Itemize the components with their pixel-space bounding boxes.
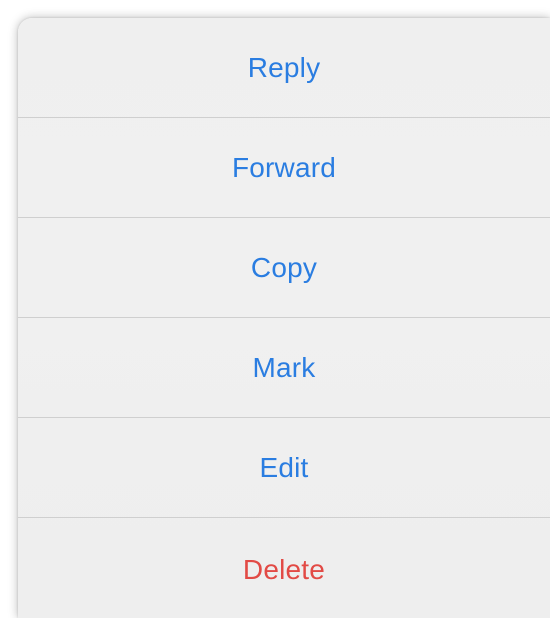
forward-button[interactable]: Forward bbox=[18, 118, 550, 218]
delete-button[interactable]: Delete bbox=[18, 518, 550, 618]
delete-label: Delete bbox=[242, 554, 326, 585]
copy-label: Copy bbox=[250, 251, 318, 283]
screen: Reply Forward Copy Mark Edit Delete bbox=[0, 0, 550, 618]
mark-button[interactable]: Mark bbox=[18, 318, 550, 418]
copy-button[interactable]: Copy bbox=[18, 218, 550, 318]
edit-label: Edit bbox=[259, 451, 309, 483]
mark-label: Mark bbox=[252, 351, 316, 383]
action-menu: Reply Forward Copy Mark Edit Delete bbox=[18, 18, 550, 618]
edit-button[interactable]: Edit bbox=[18, 418, 550, 518]
reply-label: Reply bbox=[247, 51, 321, 83]
reply-button[interactable]: Reply bbox=[18, 18, 550, 118]
forward-label: Forward bbox=[231, 151, 337, 183]
